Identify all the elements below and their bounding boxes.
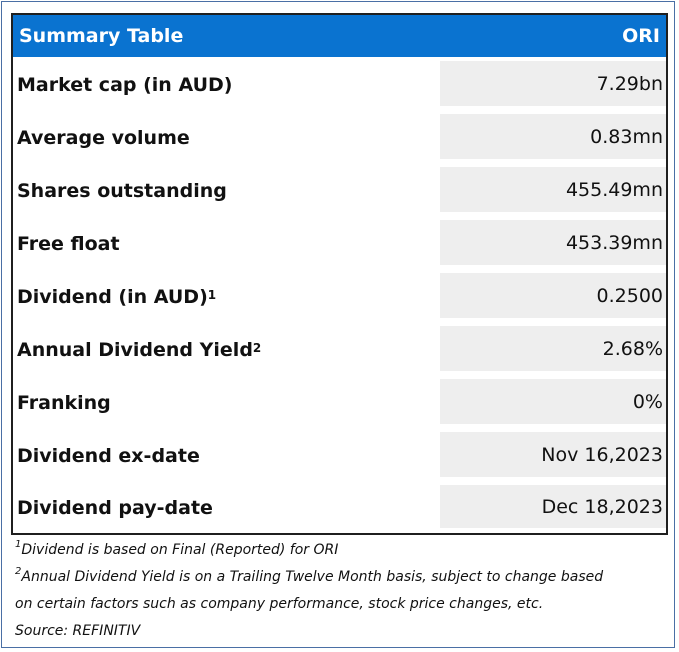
row-label: Free float (17, 232, 120, 255)
footnote-2: 2Annual Dividend Yield is on a Trailing … (15, 566, 604, 585)
row-label: Dividend pay-date (17, 496, 213, 519)
summary-frame: Summary Table ORI Market cap (in AUD) 7.… (1, 1, 675, 648)
table-header: Summary Table ORI (13, 15, 666, 58)
row-value: 2.68% (440, 326, 666, 371)
footnote-1: 1Dividend is based on Final (Reported) f… (15, 539, 339, 558)
footnotes: 1Dividend is based on Final (Reported) f… (15, 537, 665, 645)
table-ticker: ORI (622, 25, 660, 47)
row-value: 0% (440, 379, 666, 424)
table-row: Shares outstanding 455.49mn (13, 164, 666, 217)
row-value: 0.2500 (440, 273, 666, 318)
footnote-2-continued: on certain factors such as company perfo… (15, 596, 544, 612)
table-row: Dividend ex-date Nov 16,2023 (13, 429, 666, 482)
row-value: Dec 18,2023 (440, 485, 666, 528)
row-label: Market cap (in AUD) (17, 73, 233, 96)
row-label: Dividend ex-date (17, 444, 200, 467)
row-label: Shares outstanding (17, 179, 227, 202)
table-row: Free float 453.39mn (13, 217, 666, 270)
table-row: Annual Dividend Yield 2 2.68% (13, 323, 666, 376)
table-row: Dividend (in AUD) 1 0.2500 (13, 270, 666, 323)
summary-table: Summary Table ORI Market cap (in AUD) 7.… (11, 13, 668, 535)
source-note: Source: REFINITIV (15, 623, 141, 639)
table-row: Average volume 0.83mn (13, 111, 666, 164)
row-label: Annual Dividend Yield 2 (17, 338, 262, 361)
row-label: Dividend (in AUD) 1 (17, 285, 217, 308)
row-value: Nov 16,2023 (440, 432, 666, 477)
table-row: Franking 0% (13, 376, 666, 429)
row-label: Franking (17, 391, 111, 414)
table-title: Summary Table (19, 25, 184, 47)
table-row: Dividend pay-date Dec 18,2023 (13, 482, 666, 533)
row-value: 453.39mn (440, 220, 666, 265)
row-value: 0.83mn (440, 114, 666, 159)
row-value: 455.49mn (440, 167, 666, 212)
table-row: Market cap (in AUD) 7.29bn (13, 58, 666, 111)
row-label: Average volume (17, 126, 190, 149)
row-value: 7.29bn (440, 61, 666, 106)
